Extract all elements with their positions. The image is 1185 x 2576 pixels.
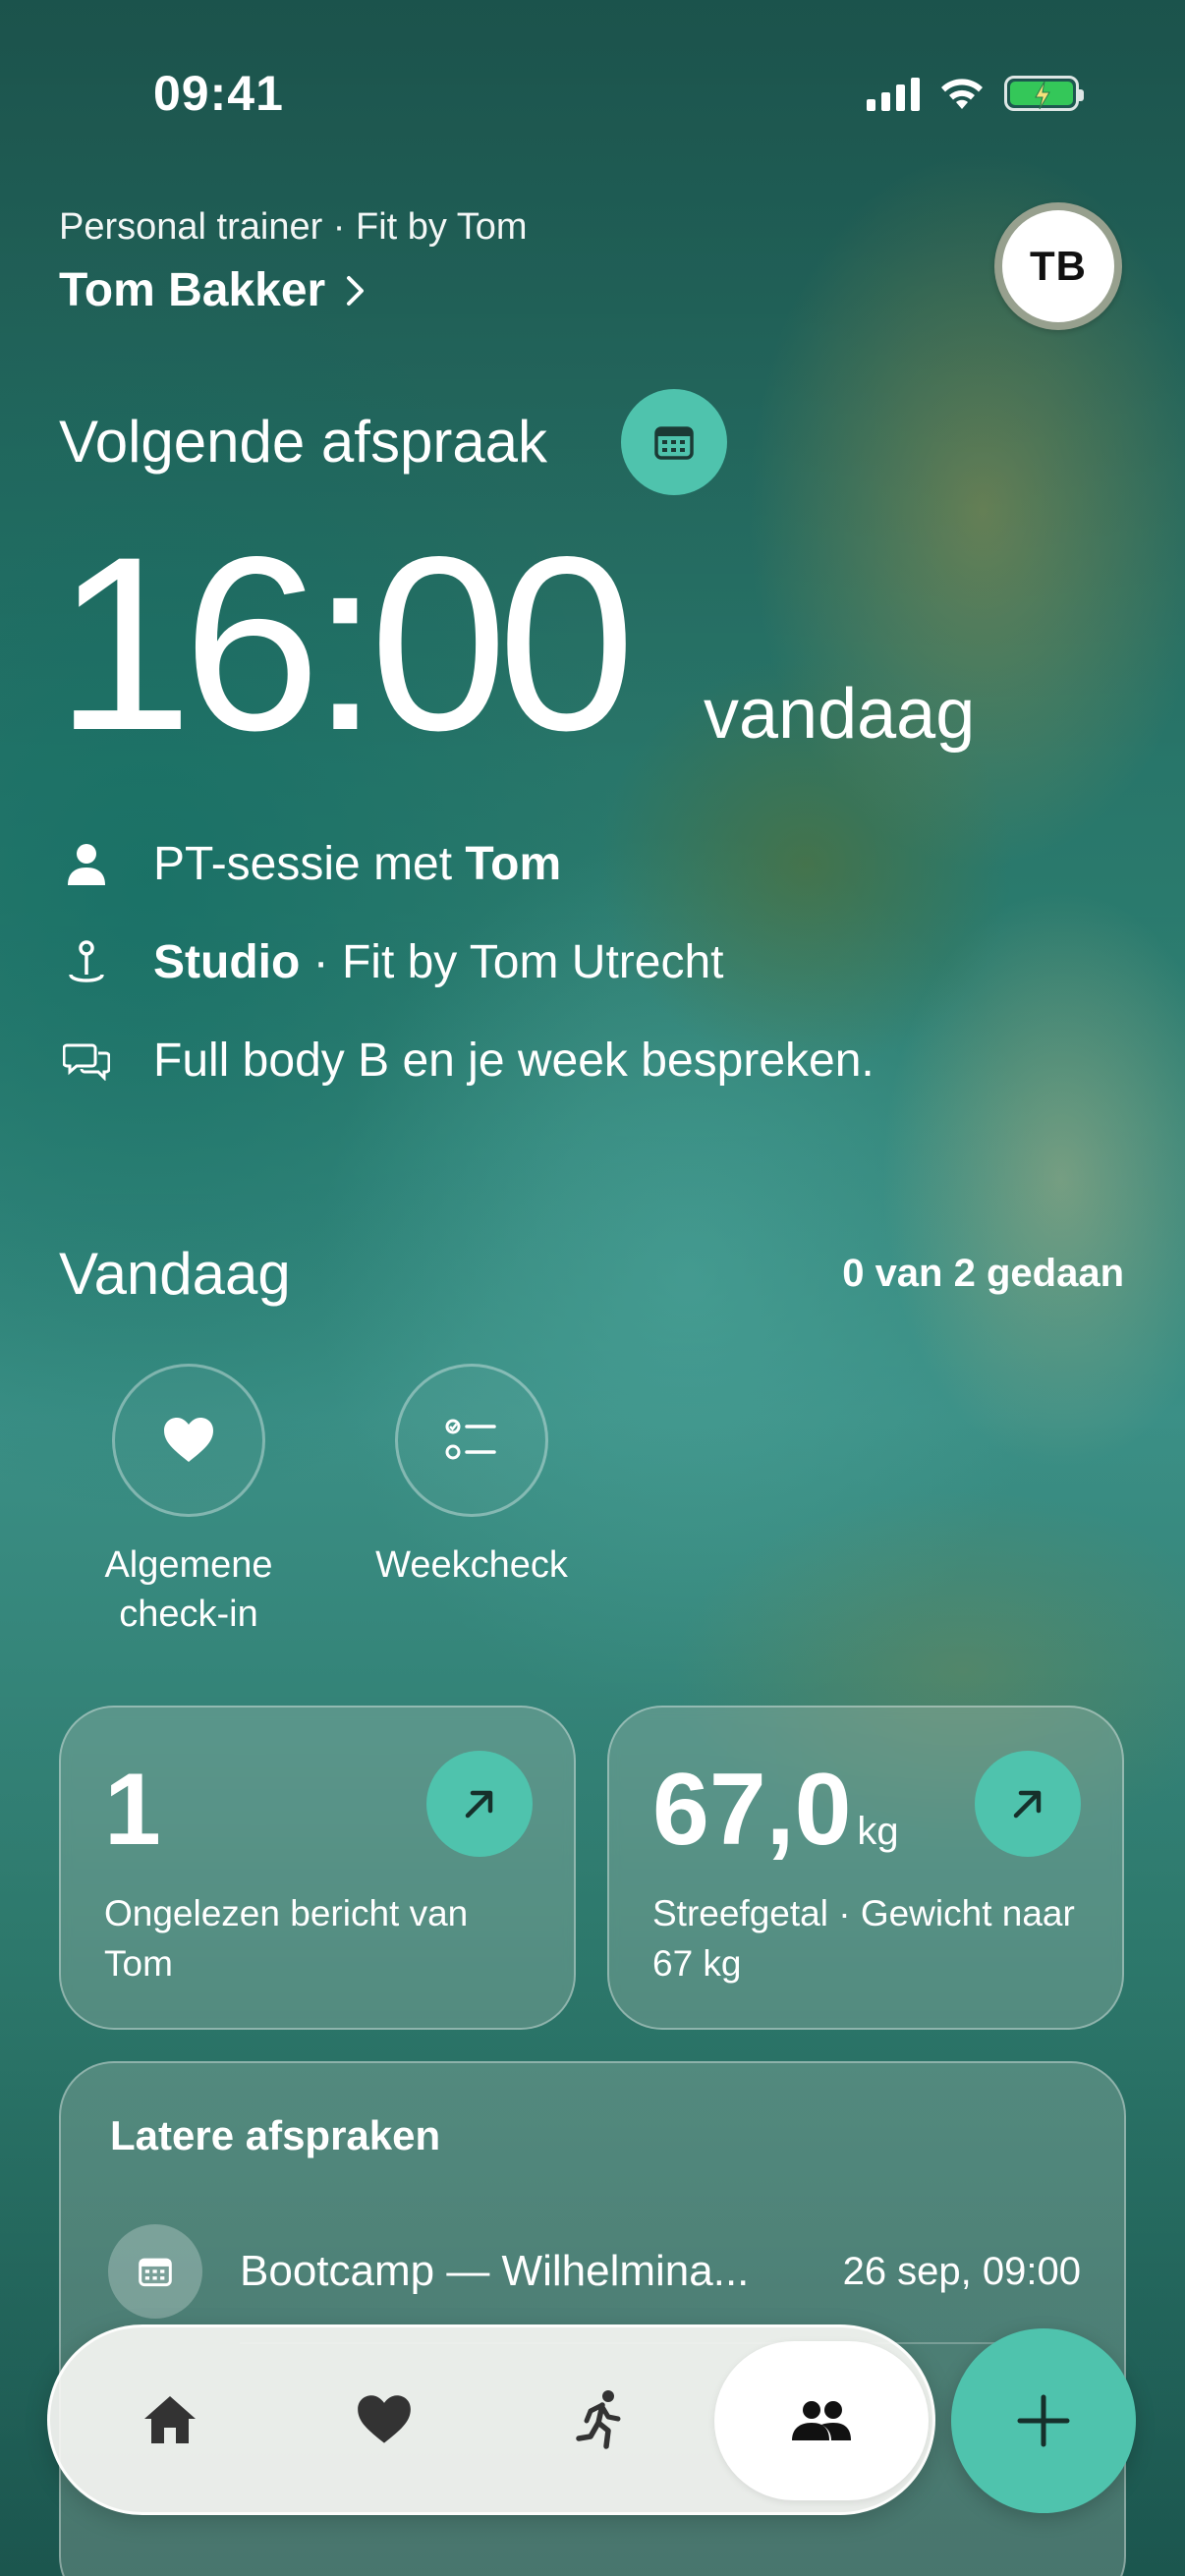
- open-goal-button[interactable]: [975, 1751, 1081, 1857]
- people-icon: [792, 2401, 851, 2440]
- task-general-checkin[interactable]: Algemene check-in: [61, 1364, 316, 1639]
- unread-count: 1: [104, 1753, 161, 1867]
- appointment-time: 16:00: [55, 506, 636, 782]
- tab-community[interactable]: [714, 2341, 929, 2500]
- checklist-icon: [445, 1419, 496, 1460]
- status-icons: [867, 75, 1084, 112]
- goal-unit: kg: [857, 1810, 899, 1853]
- status-time: 09:41: [153, 66, 284, 121]
- person-icon: [68, 843, 105, 885]
- trainer-name-link[interactable]: Tom Bakker: [59, 263, 367, 317]
- appointment-icon: [108, 2224, 202, 2319]
- tab-bar: [47, 2324, 935, 2515]
- arrow-up-right-icon: [1013, 1790, 1042, 1819]
- note-text: Full body B en je week bespreken.: [153, 1035, 875, 1087]
- calendar-icon: [139, 2258, 172, 2287]
- cellular-signal-icon: [867, 76, 920, 111]
- add-button[interactable]: [951, 2328, 1136, 2513]
- goal-number: 67,0: [652, 1753, 852, 1867]
- location-pin-icon: [69, 939, 104, 982]
- trainer-subtitle: Personal trainer · Fit by Tom: [59, 206, 528, 248]
- task-label-line2: check-in: [119, 1594, 258, 1635]
- appointment-day: vandaag: [704, 675, 976, 754]
- today-progress: 0 van 2 gedaan: [842, 1252, 1124, 1295]
- tab-health[interactable]: [286, 2327, 482, 2512]
- chat-bubbles-icon: [63, 1043, 110, 1081]
- trainer-name: Tom Bakker: [59, 264, 326, 316]
- list-item[interactable]: Bootcamp — Wilhelmina... 26 sep, 09:00: [108, 2222, 1081, 2321]
- calendar-icon: [654, 426, 694, 460]
- session-prefix: PT-sessie met: [153, 838, 466, 890]
- goal-desc: Streefgetal · Gewicht naar 67 kg: [652, 1893, 1075, 1984]
- location-name: Studio: [153, 936, 301, 988]
- goal-value: 67,0 kg: [652, 1759, 899, 1861]
- appointment-title: Bootcamp — Wilhelmina...: [240, 2247, 750, 2295]
- task-label-line1: Weekcheck: [375, 1544, 568, 1586]
- chevron-right-icon: [347, 275, 365, 306]
- next-appointment-title: Volgende afspraak: [59, 409, 548, 475]
- wifi-icon: [941, 79, 983, 109]
- task-label-line1: Algemene: [104, 1544, 273, 1586]
- tab-workout[interactable]: [502, 2327, 699, 2512]
- location-detail: Studio · Fit by Tom Utrecht: [59, 935, 724, 989]
- arrow-up-right-icon: [465, 1790, 493, 1819]
- heart-icon: [164, 1418, 213, 1462]
- later-title: Latere afspraken: [110, 2112, 441, 2158]
- tab-home[interactable]: [72, 2327, 268, 2512]
- location-text: Studio · Fit by Tom Utrecht: [153, 935, 724, 989]
- open-messages-button[interactable]: [426, 1751, 533, 1857]
- home-icon: [144, 2396, 196, 2443]
- avatar[interactable]: TB: [994, 202, 1122, 330]
- battery-icon: [1004, 76, 1084, 111]
- appointment-date: 26 sep, 09:00: [842, 2249, 1081, 2293]
- goal-weight-card[interactable]: 67,0 kg Streefgetal · Gewicht naar 67 kg: [607, 1706, 1124, 2030]
- unread-desc: Ongelezen bericht van Tom: [104, 1893, 469, 1984]
- location-rest: · Fit by Tom Utrecht: [300, 936, 724, 988]
- plus-icon: [1017, 2394, 1070, 2447]
- task-label: Weekcheck: [344, 1540, 599, 1590]
- calendar-button[interactable]: [621, 389, 727, 495]
- unread-messages-card[interactable]: 1 Ongelezen bericht van Tom: [59, 1706, 576, 2030]
- task-circle[interactable]: [395, 1364, 548, 1517]
- task-label: Algemene check-in: [61, 1540, 316, 1639]
- running-icon: [576, 2390, 621, 2449]
- session-detail: PT-sessie met Tom: [59, 837, 561, 891]
- task-weekcheck[interactable]: Weekcheck: [344, 1364, 599, 1590]
- task-circle[interactable]: [112, 1364, 265, 1517]
- session-text: PT-sessie met Tom: [153, 837, 561, 891]
- heart-icon: [358, 2395, 411, 2443]
- avatar-initials: TB: [1030, 243, 1087, 289]
- today-title: Vandaag: [59, 1241, 291, 1307]
- note-detail: Full body B en je week bespreken.: [59, 1034, 875, 1088]
- session-trainer: Tom: [465, 838, 562, 890]
